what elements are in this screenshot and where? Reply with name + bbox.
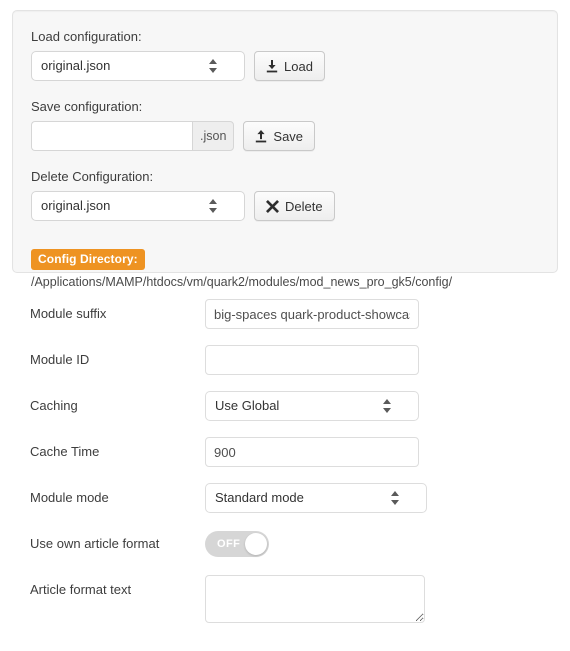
save-configuration-label: Save configuration: xyxy=(31,99,143,114)
article-format-text-label: Article format text xyxy=(30,582,132,597)
chevron-updown-icon xyxy=(383,398,392,414)
delete-button[interactable]: Delete xyxy=(254,191,335,221)
upload-icon xyxy=(255,129,267,143)
load-button-label: Load xyxy=(284,58,313,74)
module-id-label: Module ID xyxy=(30,352,90,367)
article-format-textarea[interactable] xyxy=(205,575,425,623)
cache-time-label: Cache Time xyxy=(30,444,100,459)
config-directory-path: /Applications/MAMP/htdocs/vm/quark2/modu… xyxy=(31,275,453,289)
form-row-cache-time: Cache Time xyxy=(0,437,570,483)
caching-label: Caching xyxy=(30,398,78,413)
module-id-control xyxy=(205,345,570,375)
config-directory-badge: Config Directory: xyxy=(31,249,145,270)
use-own-article-format-toggle[interactable]: OFF xyxy=(205,531,269,557)
module-suffix-label: Module suffix xyxy=(30,306,107,321)
chevron-updown-icon xyxy=(391,490,400,506)
cache-time-control xyxy=(205,437,570,467)
form-row-module-id: Module ID xyxy=(0,345,570,391)
module-mode-control: Standard mode xyxy=(205,483,570,513)
delete-button-label: Delete xyxy=(285,198,323,214)
save-configuration-row: .json Save xyxy=(31,121,539,151)
module-id-input[interactable] xyxy=(205,345,419,375)
delete-configuration-row: original.json Delete xyxy=(31,191,539,221)
close-x-icon xyxy=(266,199,279,213)
article-format-text-control xyxy=(205,575,570,623)
form-row-module-suffix: Module suffix xyxy=(0,299,570,345)
caching-select[interactable]: Use Global xyxy=(205,391,419,421)
load-configuration-row: original.json Load xyxy=(31,51,539,81)
load-configuration-label: Load configuration: xyxy=(31,29,142,44)
chevron-updown-icon xyxy=(209,198,218,214)
use-own-article-format-control: OFF xyxy=(205,529,570,557)
form-row-use-own-article-format: Use own article format OFF xyxy=(0,529,570,575)
json-extension-addon: .json xyxy=(192,121,235,151)
module-mode-select-value: Standard mode xyxy=(215,490,304,505)
save-button[interactable]: Save xyxy=(243,121,316,151)
toggle-state-label: OFF xyxy=(217,538,241,550)
module-mode-select[interactable]: Standard mode xyxy=(205,483,427,513)
caching-control: Use Global xyxy=(205,391,570,421)
delete-configuration-select[interactable]: original.json xyxy=(31,191,245,221)
config-directory-block: Config Directory: /Applications/MAMP/htd… xyxy=(31,239,539,289)
load-button[interactable]: Load xyxy=(254,51,325,81)
module-settings-form: Module suffix Module ID Caching Use Glob… xyxy=(0,299,570,633)
configuration-panel: Load configuration: original.json Load S… xyxy=(12,10,558,289)
download-icon xyxy=(266,59,278,73)
module-suffix-control xyxy=(205,299,570,329)
toggle-knob xyxy=(245,533,267,555)
save-configuration-input[interactable] xyxy=(31,121,192,151)
delete-configuration-select-value: original.json xyxy=(41,198,111,213)
delete-configuration-label: Delete Configuration: xyxy=(31,169,154,184)
module-suffix-input[interactable] xyxy=(205,299,419,329)
load-configuration-select[interactable]: original.json xyxy=(31,51,245,81)
form-row-module-mode: Module mode Standard mode xyxy=(0,483,570,529)
cache-time-input[interactable] xyxy=(205,437,419,467)
load-configuration-select-value: original.json xyxy=(41,58,111,73)
form-row-article-format-text: Article format text xyxy=(0,575,570,633)
caching-select-value: Use Global xyxy=(215,398,280,413)
chevron-updown-icon xyxy=(209,58,218,74)
module-mode-label: Module mode xyxy=(30,490,109,505)
use-own-article-format-label: Use own article format xyxy=(30,536,160,551)
save-button-label: Save xyxy=(273,128,304,144)
form-row-caching: Caching Use Global xyxy=(0,391,570,437)
